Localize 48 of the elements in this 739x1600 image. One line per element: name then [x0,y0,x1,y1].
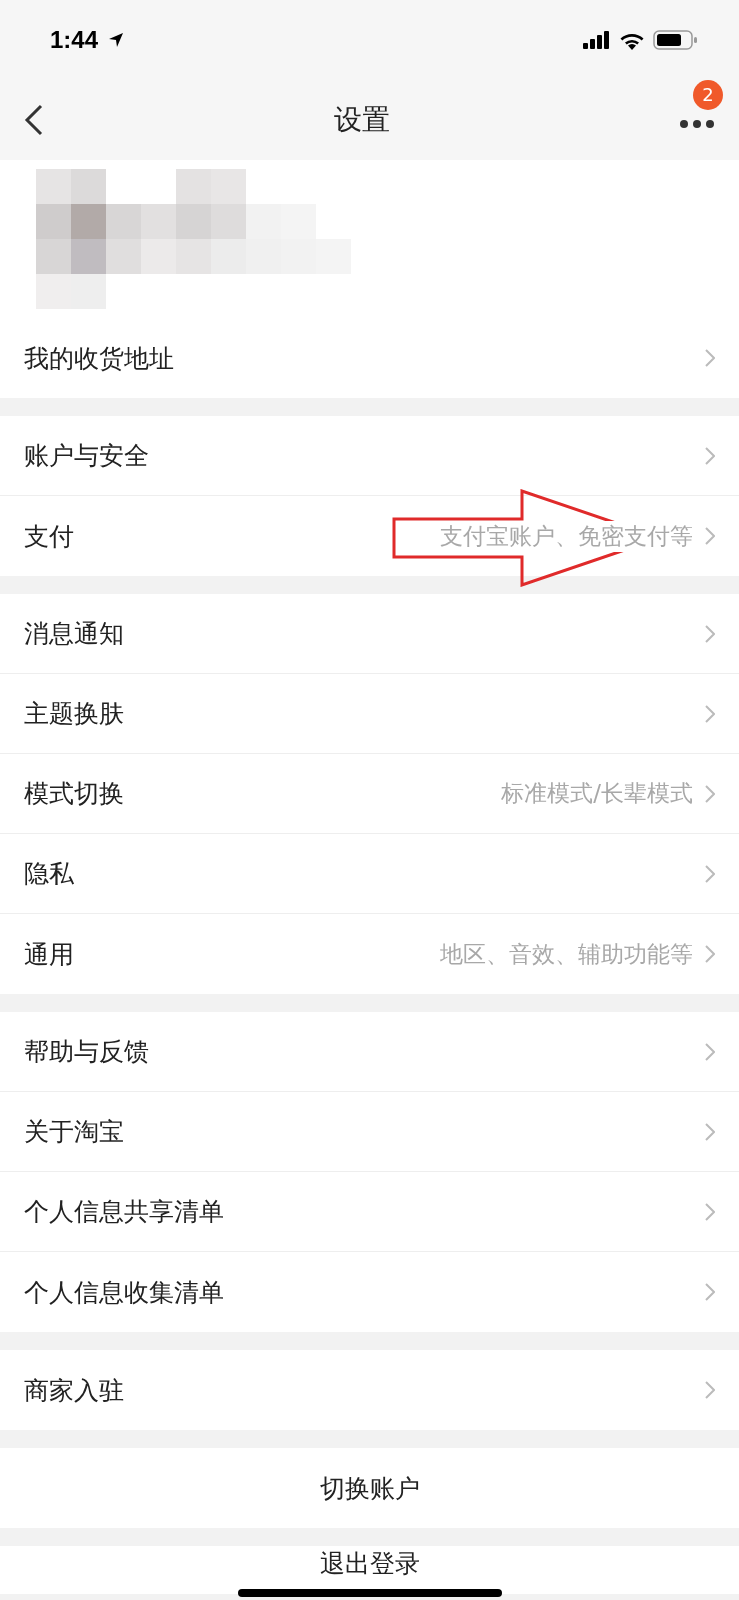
page-title: 设置 [333,102,390,138]
settings-row[interactable]: 主题换肤 [0,674,739,754]
row-label: 账户与安全 [24,440,150,472]
settings-row[interactable]: 账户与安全 [0,416,739,496]
settings-row[interactable]: 模式切换 标准模式/长辈模式 [0,754,739,834]
chevron-icon [705,784,715,803]
settings-row[interactable]: 商家入驻 [0,1350,739,1430]
more-icon[interactable] [679,118,715,129]
settings-row[interactable]: 支付 支付宝账户、免密支付等 [0,496,739,576]
chevron-icon [705,1283,715,1301]
row-label: 主题换肤 [24,698,125,730]
chevron-icon [705,864,715,883]
settings-row[interactable]: 关于淘宝 [0,1092,739,1172]
location-arrow-icon [108,32,125,48]
row-label: 模式切换 [24,778,125,810]
settings-row[interactable]: 我的收货地址 [0,318,739,398]
back-icon[interactable] [24,104,44,136]
row-label: 我的收货地址 [24,342,175,375]
chevron-icon [705,527,715,545]
row-label: 个人信息共享清单 [24,1196,225,1228]
settings-row[interactable]: 个人信息收集清单 [0,1252,739,1332]
chevron-icon [705,1381,715,1399]
settings-row[interactable]: 个人信息共享清单 [0,1172,739,1252]
chevron-icon [705,1122,715,1141]
settings-row[interactable]: 通用 地区、音效、辅助功能等 [0,914,739,994]
row-label: 帮助与反馈 [24,1036,150,1068]
battery-icon [653,30,697,50]
chevron-icon [705,1202,715,1221]
chevron-icon [705,704,715,723]
row-label: 商家入驻 [24,1374,125,1407]
notification-badge: 2 [693,79,723,110]
row-hint: 支付宝账户、免密支付等 [440,520,693,552]
status-time: 1:44 [50,26,99,54]
signal-icon [583,31,611,49]
row-label: 隐私 [24,858,75,890]
chevron-icon [705,1042,715,1061]
settings-row[interactable]: 隐私 [0,834,739,914]
chevron-icon [705,349,715,367]
settings-row[interactable]: 消息通知 [0,594,739,674]
settings-row[interactable]: 帮助与反馈 [0,1012,739,1092]
chevron-icon [705,446,715,465]
row-label: 支付 [24,520,75,553]
chevron-icon [705,624,715,643]
chevron-icon [705,945,715,963]
row-label: 消息通知 [24,618,125,650]
row-label: 通用 [24,938,75,971]
row-label: 关于淘宝 [24,1116,125,1148]
row-label: 个人信息收集清单 [24,1276,225,1309]
